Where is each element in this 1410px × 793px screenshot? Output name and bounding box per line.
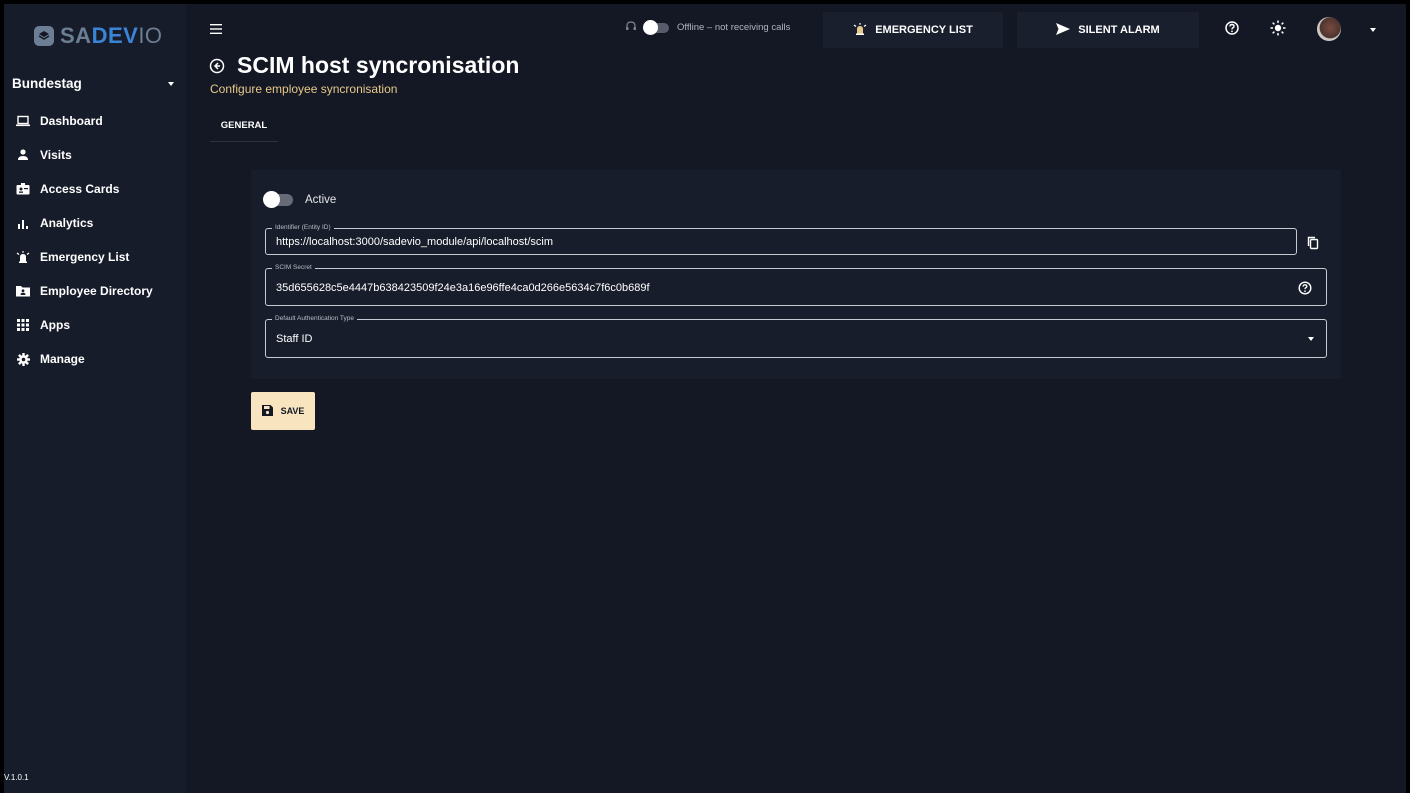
- sidebar-item-label: Access Cards: [40, 182, 120, 196]
- sidebar-item-manage[interactable]: Manage: [4, 342, 186, 376]
- badge-icon: [16, 182, 30, 196]
- active-row: Active: [263, 191, 337, 208]
- menu-icon[interactable]: [210, 21, 222, 34]
- sidebar-item-label: Analytics: [40, 216, 94, 230]
- copy-icon[interactable]: [1306, 236, 1320, 250]
- floppy-disk-icon: [261, 404, 273, 418]
- bar-chart-icon: [16, 216, 30, 230]
- scim-secret-field[interactable]: SCIM Secret 35d655628c5e4447b638423509f2…: [265, 263, 1327, 306]
- alarm-icon: [853, 22, 867, 38]
- sidebar-item-visits[interactable]: Visits: [4, 138, 186, 172]
- folder-account-icon: [16, 284, 30, 298]
- sidebar-item-dashboard[interactable]: Dashboard: [4, 104, 186, 138]
- logo-text-part: IO: [138, 23, 163, 48]
- org-selector[interactable]: Bundestag: [12, 76, 174, 91]
- identifier-value: https://localhost:3000/sadevio_module/ap…: [276, 236, 553, 248]
- chevron-down-icon: [168, 81, 174, 86]
- identifier-field[interactable]: Identifier (Entity ID) https://localhost…: [265, 223, 1297, 255]
- sidebar-nav: Dashboard Visits Access Cards Analytics: [4, 104, 186, 376]
- sidebar-item-emergency-list[interactable]: Emergency List: [4, 240, 186, 274]
- logo-text-part: SA: [60, 23, 92, 48]
- chevron-down-icon[interactable]: [1370, 28, 1376, 32]
- help-icon[interactable]: [1298, 281, 1312, 295]
- headset-icon: [625, 20, 637, 35]
- avatar[interactable]: [1317, 17, 1341, 41]
- person-icon: [16, 148, 30, 162]
- page-title: SCIM host syncronisation: [237, 52, 520, 78]
- identifier-field-label: Identifier (Entity ID): [272, 223, 334, 233]
- back-arrow-icon[interactable]: [209, 58, 225, 74]
- logo-mark-icon: [34, 26, 54, 46]
- sidebar-item-employee-directory[interactable]: Employee Directory: [4, 274, 186, 308]
- sidebar-item-access-cards[interactable]: Access Cards: [4, 172, 186, 206]
- scim-secret-field-label: SCIM Secret: [272, 263, 315, 273]
- emergency-list-button[interactable]: EMERGENCY LIST: [823, 12, 1003, 48]
- sidebar-item-apps[interactable]: Apps: [4, 308, 186, 342]
- silent-alarm-button[interactable]: SILENT ALARM: [1017, 12, 1199, 48]
- alarm-icon: [16, 250, 30, 264]
- gear-icon: [16, 352, 30, 366]
- page-subtitle: Configure employee syncronisation: [210, 82, 398, 96]
- status-text: Offline – not receiving calls: [677, 22, 791, 33]
- sidebar-item-label: Visits: [40, 148, 72, 162]
- logo-text-part: DEV: [91, 23, 139, 48]
- sidebar-item-label: Apps: [40, 318, 70, 332]
- send-icon: [1056, 22, 1071, 38]
- page-header: SCIM host syncronisation: [209, 52, 519, 79]
- emergency-list-label: EMERGENCY LIST: [875, 24, 973, 36]
- sidebar: SADEVIO Bundestag Dashboard Visits Acces…: [4, 4, 186, 793]
- org-name: Bundestag: [12, 76, 82, 91]
- availability-toggle[interactable]: [643, 19, 669, 35]
- call-status: Offline – not receiving calls: [625, 19, 791, 35]
- app-frame: SADEVIO Bundestag Dashboard Visits Acces…: [4, 4, 1406, 793]
- laptop-icon: [16, 114, 30, 128]
- sidebar-item-label: Manage: [40, 352, 85, 366]
- sidebar-item-label: Emergency List: [40, 250, 130, 264]
- auth-type-value: Staff ID: [276, 333, 313, 345]
- grid-icon: [16, 318, 30, 332]
- chevron-down-icon: [1308, 337, 1314, 341]
- active-toggle[interactable]: [263, 191, 293, 208]
- save-label: SAVE: [280, 406, 305, 416]
- silent-alarm-label: SILENT ALARM: [1078, 24, 1160, 36]
- auth-type-select[interactable]: Default Authentication Type Staff ID: [265, 314, 1327, 358]
- tab-general[interactable]: GENERAL: [210, 110, 278, 142]
- save-button[interactable]: SAVE: [251, 392, 315, 430]
- active-label: Active: [305, 194, 337, 206]
- logo-text: SADEVIO: [60, 23, 163, 49]
- logo[interactable]: SADEVIO: [34, 22, 163, 50]
- scim-secret-value: 35d655628c5e4447b638423509f24e3a16e96ffe…: [276, 282, 650, 294]
- sidebar-item-label: Employee Directory: [40, 284, 153, 298]
- sidebar-item-label: Dashboard: [40, 114, 103, 128]
- settings-panel: Active Identifier (Entity ID) https://lo…: [251, 170, 1341, 379]
- version-label: V.1.0.1: [4, 773, 29, 782]
- sun-icon[interactable]: [1270, 20, 1286, 36]
- help-icon[interactable]: [1224, 20, 1240, 36]
- auth-type-field-label: Default Authentication Type: [272, 314, 358, 324]
- sidebar-item-analytics[interactable]: Analytics: [4, 206, 186, 240]
